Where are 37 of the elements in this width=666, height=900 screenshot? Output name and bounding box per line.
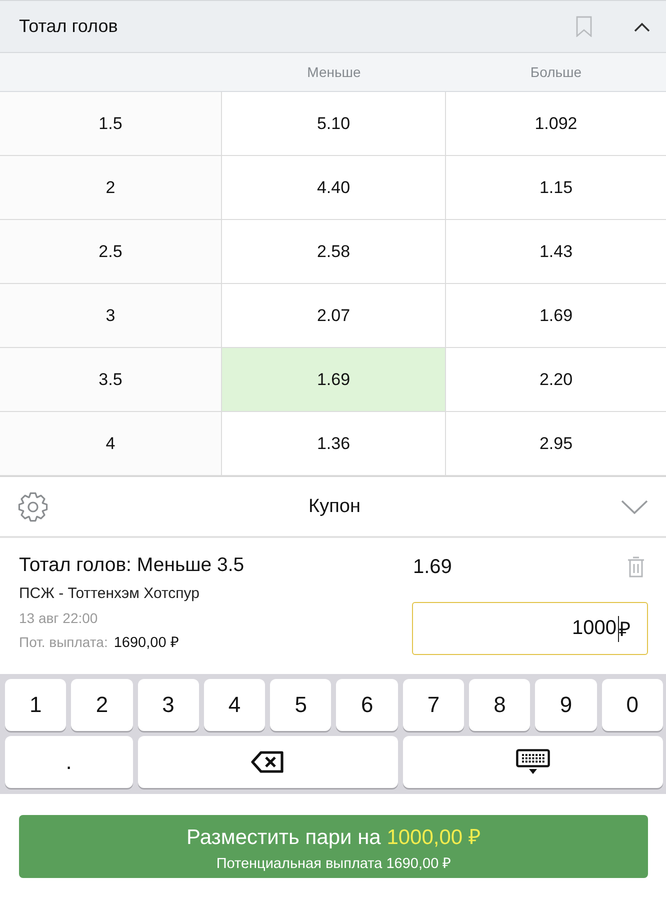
bet-title: Тотал голов: Меньше 3.5	[19, 554, 246, 577]
key[interactable]: 5	[270, 679, 332, 731]
bet-odds: 1.69	[413, 556, 452, 579]
odds-cell[interactable]: 1.69	[222, 348, 446, 411]
line-cell: 3	[0, 284, 222, 347]
line-cell: 3.5	[0, 348, 222, 411]
match-time: 13 авг 22:00	[19, 610, 99, 626]
key[interactable]: 4	[204, 679, 266, 731]
match-name: ПСЖ - Тоттенхэм Хотспур	[19, 585, 200, 602]
key[interactable]: 3	[138, 679, 199, 731]
backspace-icon	[251, 751, 284, 773]
keyboard-icon	[516, 749, 550, 775]
settings-icon[interactable]	[18, 492, 48, 522]
chevron-up-icon[interactable]	[634, 22, 650, 32]
column-header: Больше	[530, 64, 582, 80]
payout-value: 1690,00 ₽	[114, 634, 178, 651]
stake-field[interactable]: 1000₽	[412, 602, 648, 655]
key[interactable]: 6	[336, 679, 398, 731]
trash-icon[interactable]	[627, 556, 645, 578]
market-title: Тотал голов	[19, 16, 119, 37]
key[interactable]: 2	[71, 679, 133, 731]
payout-label: Пот. выплата:	[19, 634, 108, 650]
coupon-title: Купон	[308, 496, 362, 518]
line-cell: 1.5	[0, 92, 222, 155]
key[interactable]: 0	[602, 679, 663, 731]
column-header: Меньше	[307, 64, 361, 80]
line-cell: 2	[0, 156, 222, 219]
chevron-down-icon[interactable]	[621, 500, 648, 514]
key[interactable]: .	[5, 736, 133, 788]
backspace-key[interactable]	[138, 736, 398, 788]
line-cell: 4	[0, 412, 222, 475]
key[interactable]: 8	[469, 679, 530, 731]
hide-keyboard-key[interactable]	[402, 736, 663, 788]
key[interactable]: 1	[5, 679, 66, 731]
line-cell: 2.5	[0, 220, 222, 283]
key[interactable]: 9	[535, 679, 597, 731]
key[interactable]: 7	[402, 679, 464, 731]
